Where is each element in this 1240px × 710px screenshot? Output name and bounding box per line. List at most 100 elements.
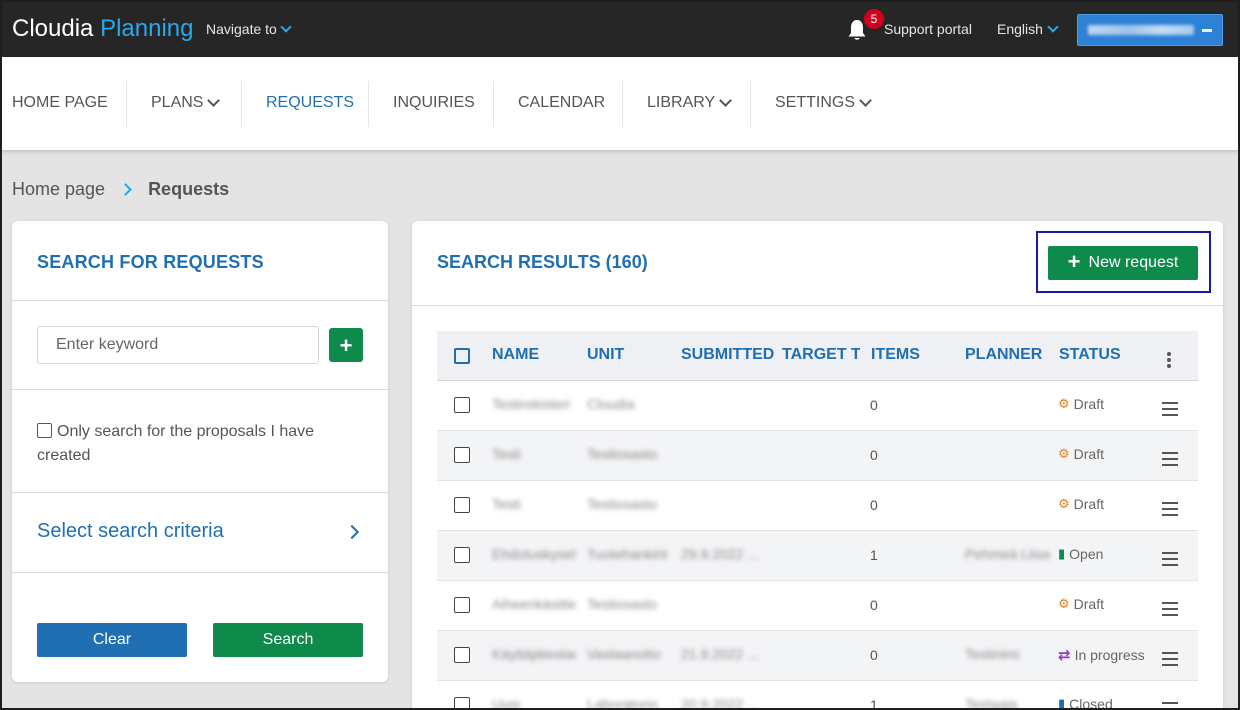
plus-icon: + xyxy=(1067,249,1081,274)
language-label: English xyxy=(997,21,1043,37)
cell-status: ⚙ Draft xyxy=(1058,446,1150,462)
cell-name: Käyttäjätestaus xyxy=(492,646,576,662)
results-panel: SEARCH RESULTS (160) + New request NAME … xyxy=(412,221,1223,710)
cell-unit: Cloudia xyxy=(587,396,635,412)
row-checkbox[interactable] xyxy=(454,547,470,563)
menu-plans[interactable]: PLANS xyxy=(151,94,221,112)
gears-icon: ⚙ xyxy=(1058,496,1070,511)
row-checkbox[interactable] xyxy=(454,397,470,413)
table-row[interactable]: Käyttäjätestaus Vastaanotto 21.9.2022 ..… xyxy=(437,631,1198,681)
row-checkbox[interactable] xyxy=(454,597,470,613)
table-row[interactable]: Aiheenkäsittely Testiosasto 0 ⚙Draft xyxy=(437,581,1198,631)
cell-items: 0 xyxy=(870,397,878,413)
table-row[interactable]: Ehdotuskysely Tuotehankinta 29.9.2022 ..… xyxy=(437,531,1198,581)
row-checkbox[interactable] xyxy=(454,647,470,663)
top-bar: Cloudia Planning Navigate to 5 Support p… xyxy=(0,0,1240,57)
cell-name: Testi xyxy=(492,496,521,512)
menu-inquiries[interactable]: INQUIRIES xyxy=(393,94,475,112)
row-menu-icon[interactable] xyxy=(1162,552,1178,570)
column-planner[interactable]: PLANNER xyxy=(965,346,1042,364)
row-checkbox[interactable] xyxy=(454,697,470,710)
column-unit[interactable]: UNIT xyxy=(587,346,624,364)
cell-submitted: 29.9.2022 ... xyxy=(681,546,759,562)
table-row[interactable]: Testirekisteri Cloudia 0 ⚙ Draft xyxy=(437,381,1198,431)
language-dropdown[interactable]: English xyxy=(997,20,1059,37)
row-checkbox[interactable] xyxy=(454,497,470,513)
column-items[interactable]: ITEMS xyxy=(871,346,920,364)
table-row[interactable]: Testi Testiosasto 0 ⚙ Draft xyxy=(437,481,1198,531)
cell-submitted: 20.9.2022 ... xyxy=(681,696,759,710)
search-button[interactable]: Search xyxy=(213,623,363,657)
only-mine-label: Only search for the proposals I have cre… xyxy=(37,423,315,464)
column-name[interactable]: NAME xyxy=(492,346,539,364)
menu-requests[interactable]: REQUESTS xyxy=(266,94,354,112)
breadcrumb-home[interactable]: Home page xyxy=(12,179,105,200)
cell-unit: Testiosasto xyxy=(587,596,658,612)
row-menu-icon[interactable] xyxy=(1162,402,1178,420)
status-label: Draft xyxy=(1073,596,1104,612)
navigate-to-label: Navigate to xyxy=(206,21,277,37)
status-label: Closed xyxy=(1069,696,1113,710)
menu-library[interactable]: LIBRARY xyxy=(647,94,733,112)
cell-name: Testi xyxy=(492,446,521,462)
new-request-button[interactable]: + New request xyxy=(1048,246,1198,280)
row-menu-icon[interactable] xyxy=(1162,652,1178,670)
cell-unit: Testiosasto xyxy=(587,496,658,512)
cell-status: ⚙ Draft xyxy=(1058,396,1150,412)
menu-label: CALENDAR xyxy=(518,94,606,111)
user-menu-button[interactable] xyxy=(1077,14,1223,46)
cell-status: ⚙ Draft xyxy=(1058,596,1150,612)
table-row[interactable]: Testi Testiosasto 0 ⚙ Draft xyxy=(437,431,1198,481)
app-logo[interactable]: Cloudia Planning xyxy=(12,15,193,43)
menu-settings[interactable]: SETTINGS xyxy=(775,94,872,112)
column-target-time[interactable]: TARGET TIM xyxy=(782,346,860,364)
menu-calendar[interactable]: CALENDAR xyxy=(518,94,605,112)
cell-submitted: 21.9.2022 ... xyxy=(681,646,759,662)
keyword-input[interactable] xyxy=(37,326,319,364)
gears-icon: ⚙ xyxy=(1058,396,1070,411)
column-status[interactable]: STATUS xyxy=(1059,346,1121,364)
menu-label: SETTINGS xyxy=(775,94,856,111)
divider xyxy=(12,492,388,493)
clear-button[interactable]: Clear xyxy=(37,623,187,657)
only-mine-option[interactable]: Only search for the proposals I have cre… xyxy=(37,420,337,468)
gears-icon: ⚙ xyxy=(1058,596,1070,611)
only-mine-checkbox[interactable] xyxy=(37,423,52,438)
cell-items: 0 xyxy=(870,597,878,613)
chevron-right-icon xyxy=(344,524,360,539)
new-request-label: New request xyxy=(1088,254,1179,271)
breadcrumb: Home page Requests xyxy=(12,179,229,200)
cell-name: Ehdotuskysely xyxy=(492,546,576,562)
navigate-to-dropdown[interactable]: Navigate to xyxy=(206,20,292,37)
column-submitted[interactable]: SUBMITTED xyxy=(681,346,774,364)
row-menu-icon[interactable] xyxy=(1162,602,1178,620)
chevron-down-icon xyxy=(280,20,292,33)
select-search-criteria[interactable]: Select search criteria xyxy=(37,520,363,543)
kebab-menu-icon[interactable] xyxy=(1167,352,1171,370)
main-menu: HOME PAGE PLANS REQUESTS INQUIRIES CALEN… xyxy=(0,57,1240,150)
cell-items: 0 xyxy=(870,447,878,463)
brand-name: Cloudia xyxy=(12,15,94,42)
cell-unit: Vastaanotto xyxy=(587,646,661,662)
cell-planner: Testinimi xyxy=(965,646,1020,662)
chevron-down-icon xyxy=(859,94,872,107)
table-row[interactable]: Uusi Laboratorio 20.9.2022 ... 1 Testaaj… xyxy=(437,681,1198,710)
row-menu-icon[interactable] xyxy=(1162,702,1178,710)
row-menu-icon[interactable] xyxy=(1162,452,1178,470)
status-label: In progress xyxy=(1074,647,1145,663)
cell-items: 1 xyxy=(870,697,878,710)
cell-planner: Testaaja xyxy=(965,696,1018,710)
cell-status: ⚙ Draft xyxy=(1058,496,1150,512)
select-all-checkbox[interactable] xyxy=(454,348,470,364)
menu-divider xyxy=(241,81,242,127)
cell-unit: Laboratorio xyxy=(587,696,658,710)
row-checkbox[interactable] xyxy=(454,447,470,463)
table-header: NAME UNIT SUBMITTED TARGET TIM ITEMS PLA… xyxy=(437,331,1198,381)
menu-divider xyxy=(368,81,369,127)
add-keyword-button[interactable]: + xyxy=(329,328,363,362)
menu-home-page[interactable]: HOME PAGE xyxy=(12,94,108,112)
chevron-right-icon xyxy=(119,183,132,196)
menu-divider xyxy=(126,81,127,127)
support-portal-link[interactable]: Support portal xyxy=(884,21,972,37)
row-menu-icon[interactable] xyxy=(1162,502,1178,520)
